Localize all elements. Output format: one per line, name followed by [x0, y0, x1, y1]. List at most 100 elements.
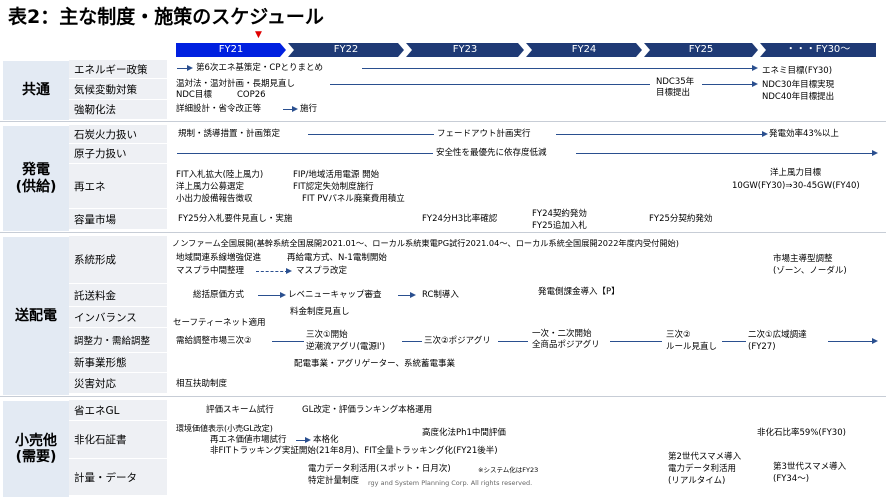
- arrow-line: [330, 84, 650, 85]
- section-divider: [0, 232, 886, 233]
- arrow-line: [722, 341, 746, 342]
- arrow-head: [872, 338, 878, 344]
- arrow-line: [362, 68, 756, 69]
- item-renewable-market: 再エネ価値市場試行: [210, 435, 287, 445]
- item-evaluation-trial: 評価スキーム試行: [206, 405, 274, 415]
- arrow-line: [576, 153, 872, 154]
- arrow-line: [498, 341, 528, 342]
- row-metering: 計量・データ: [69, 459, 167, 496]
- arrow-head: [187, 65, 193, 71]
- year-fy23: FY23: [406, 43, 524, 57]
- arrow-line: [610, 341, 662, 342]
- item-full-scale: 本格化: [313, 435, 339, 445]
- item-smart-meter-2: 第2世代スマメ導入: [668, 452, 742, 462]
- item-distribution-business: 配電事業・アグリゲーター、系統蓄電事業: [294, 359, 455, 369]
- item-cop26: COP26: [237, 90, 266, 100]
- item-efficiency: 発電効率43%以上: [769, 129, 839, 139]
- row-resilience: 強靭化法: [69, 100, 167, 120]
- arrow-line: [256, 271, 288, 272]
- item-fit-expire: FIT認定失効制度施行: [293, 182, 374, 192]
- item-fit-pv: FIT PVパネル廃棄費用積立: [302, 194, 405, 204]
- item-offshore-select: 洋上風力公募選定: [176, 182, 245, 192]
- arrow-line: [258, 295, 282, 296]
- arrow-head: [752, 81, 758, 87]
- row-energy-policy: エネルギー政策: [69, 60, 167, 79]
- arrow-head: [280, 292, 286, 298]
- item-rule-review: ルール見直し: [666, 342, 718, 352]
- item-realtime: (リアルタイム): [668, 476, 726, 486]
- item-small-report: 小出力設備報告徴収: [176, 194, 253, 204]
- item-zone-nodal: (ゾーン、ノーダル): [773, 266, 847, 276]
- item-redispatch: 再給電方式、N-1電制開始: [287, 253, 387, 263]
- item-rc-introduce: RC制導入: [422, 290, 459, 300]
- arrow-head: [752, 65, 758, 71]
- item-tertiary1: 三次①開始: [306, 330, 348, 340]
- arrow-head: [872, 150, 878, 156]
- item-fy25-additional: FY25追加入札: [532, 221, 587, 231]
- section-divider: [0, 396, 886, 397]
- item-ndc30: NDC30年目標実現: [762, 80, 835, 90]
- item-all-products: 全商品ポジアグリ: [532, 340, 600, 350]
- row-grid-formation: 系統形成: [69, 236, 167, 284]
- item-fy25-contract: FY25分契約発効: [649, 214, 713, 224]
- row-capacity: 容量市場: [69, 209, 167, 230]
- row-nonfossil: 非化石証書: [69, 421, 167, 459]
- category-grid: 送配電: [2, 236, 70, 396]
- item-ndc-target: NDC目標: [176, 90, 212, 100]
- item-specific-metering: 特定計量制度: [308, 476, 360, 486]
- category-retail: 小売他 (需要): [2, 400, 70, 498]
- year-fy24: FY24: [526, 43, 642, 57]
- item-system-note: ※システム化はFY23: [478, 466, 539, 474]
- row-adjust: 調整力・需給調整: [69, 328, 167, 353]
- arrow-line: [702, 84, 754, 85]
- arrow-line: [402, 341, 422, 342]
- arrow-line: [828, 341, 872, 342]
- item-market-adjust: 市場主導型調整: [773, 254, 833, 264]
- item-mutual-aid: 相互扶助制度: [176, 379, 228, 389]
- arrow-head: [410, 292, 416, 298]
- item-tertiary2: 三次②ポジアグリ: [424, 336, 491, 346]
- item-fy25-auction: FY25分入札要件見直し・実施: [178, 214, 293, 224]
- item-generation-charge: 発電側課金導入【P】: [538, 287, 620, 297]
- item-gl-ranking: GL改定・評価ランキング本格運用: [302, 405, 433, 415]
- page-title: 表2：主な制度・施策のスケジュール: [8, 6, 324, 28]
- year-fy30: ・・・FY30～: [760, 43, 876, 57]
- item-enforce: 施行: [300, 104, 318, 114]
- row-energy-saving: 省エネGL: [69, 400, 167, 421]
- item-nonfossil-ratio: 非化石比率59%(FY30): [757, 428, 846, 438]
- item-fit-auction: FIT入札拡大(陸上風力): [176, 170, 264, 180]
- item-cost-based: 総括原価方式: [193, 290, 245, 300]
- item-phase1-eval: 高度化法Ph1中間評価: [422, 428, 506, 438]
- item-offshore-target: 洋上風力目標: [770, 168, 822, 178]
- item-h3-ratio: FY24分H3比率確認: [422, 214, 498, 224]
- arrow-line: [556, 134, 764, 135]
- item-nuclear-policy: 安全性を最優先に依存度低減: [436, 148, 547, 158]
- item-fip-start: FIP/地域活用電源 開始: [293, 170, 380, 180]
- row-disaster: 災害対応: [69, 373, 167, 394]
- arrow-head: [305, 437, 311, 443]
- arrow-head: [292, 106, 298, 112]
- row-imbalance: インバランス: [69, 307, 167, 328]
- arrow-head: [762, 131, 768, 137]
- year-fy22: FY22: [288, 43, 404, 57]
- item-adjust-market: 需給調整市場三次②: [176, 336, 252, 346]
- item-reverse-flow: 逆潮流アグリ(電源Ⅰ'): [306, 342, 386, 352]
- arrow-line: [177, 153, 433, 154]
- item-energy-mix: エネミ目標(FY30): [762, 66, 833, 76]
- item-revenue-cap: レベニューキャップ審査: [288, 290, 382, 300]
- item-fy34: (FY34～): [773, 474, 810, 484]
- section-divider: [0, 121, 886, 122]
- item-copyright: rgy and System Planning Corp. All rights…: [368, 479, 533, 487]
- item-detail-design: 詳細設計・省令改正等: [176, 104, 262, 114]
- item-primary-secondary: 一次・二次開始: [532, 329, 592, 339]
- year-fy21: FY21: [176, 43, 286, 57]
- item-ndc35-submit: 目標提出: [656, 88, 691, 98]
- item-energy-plan: 第6次エネ基策定・CPとりまとめ: [196, 63, 323, 73]
- item-interconnect: 地域間連系線増強促進: [176, 253, 262, 263]
- item-realtime-data: 電力データ利活用: [668, 464, 737, 474]
- item-safety-net: セーフティーネット適用: [173, 318, 266, 328]
- row-new-business: 新事業形態: [69, 353, 167, 373]
- item-fy24-contract: FY24契約発効: [532, 209, 587, 219]
- item-smart-meter-3: 第3世代スマメ導入: [773, 462, 847, 472]
- year-fy25: FY25: [644, 43, 758, 57]
